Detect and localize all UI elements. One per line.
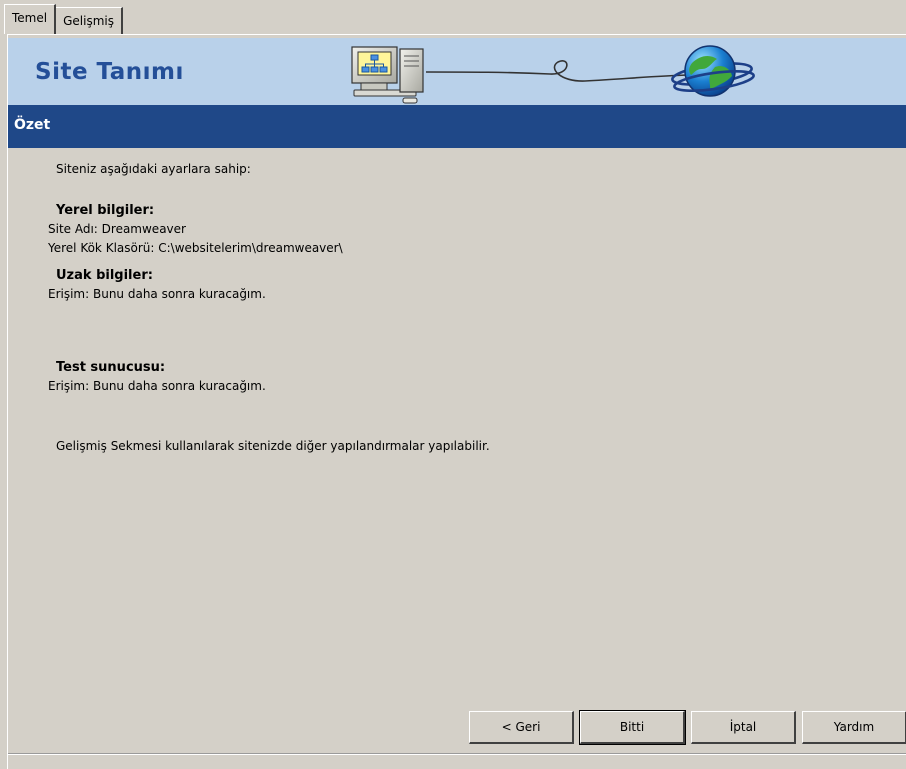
remote-info-heading: Uzak bilgiler: [56,268,153,283]
testing-access-text: Erişim: Bunu daha sonra kuracağım. [48,379,266,393]
globe-icon [671,45,755,97]
help-button[interactable]: Yardım [802,711,906,744]
computer-icon [351,46,424,104]
summary-content: Siteniz aşağıdaki ayarlara sahip: Yerel … [48,160,868,456]
finish-button[interactable]: Bitti [579,710,686,745]
site-name-text: Site Adı: Dreamweaver [48,222,186,236]
remote-access-text: Erişim: Bunu daha sonra kuracağım. [48,287,266,301]
section-title: Özet [14,117,51,133]
bottom-divider [8,753,906,755]
tab-gelismis[interactable]: Gelişmiş [55,7,123,34]
banner-title: Site Tanımı [35,59,184,85]
local-root-folder-text: Yerel Kök Klasörü: C:\websitelerim\dream… [48,241,343,255]
summary-intro: Siteniz aşağıdaki ayarlara sahip: [56,162,251,176]
site-definition-dialog: Temel Gelişmiş Site Tanımı Özet Siteniz … [0,0,906,769]
back-button[interactable]: < Geri [469,711,574,744]
local-info-heading: Yerel bilgiler: [56,203,155,218]
advanced-tab-note: Gelişmiş Sekmesi kullanılarak sitenizde … [56,439,490,453]
banner-illustration [351,45,755,104]
testing-server-heading: Test sunucusu: [56,360,166,375]
tab-strip: Temel Gelişmiş [4,4,123,34]
tab-temel[interactable]: Temel [4,4,57,34]
banner: Site Tanımı [8,38,906,105]
cancel-button[interactable]: İptal [691,711,796,744]
section-title-bar: Özet [8,105,906,148]
